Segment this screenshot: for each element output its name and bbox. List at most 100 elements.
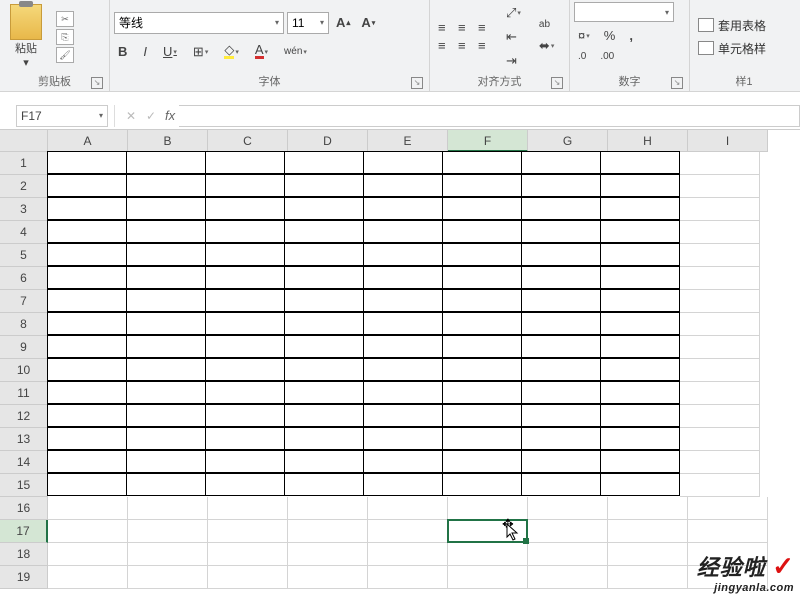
- column-header[interactable]: A: [48, 130, 128, 152]
- copy-button[interactable]: ⎘: [56, 29, 74, 45]
- cell[interactable]: [284, 358, 364, 381]
- accounting-format-button[interactable]: ¤▾: [574, 26, 594, 45]
- cell[interactable]: [363, 381, 443, 404]
- cell[interactable]: [126, 266, 206, 289]
- phonetic-button[interactable]: wén▾: [280, 44, 311, 59]
- cell[interactable]: [284, 243, 364, 266]
- cell[interactable]: [128, 543, 208, 566]
- cell[interactable]: [521, 151, 601, 174]
- cell[interactable]: [205, 358, 285, 381]
- cell[interactable]: [528, 520, 608, 543]
- cell[interactable]: [126, 381, 206, 404]
- indent-increase-button[interactable]: ⇥: [502, 51, 525, 71]
- cell[interactable]: [47, 427, 127, 450]
- cell[interactable]: [126, 450, 206, 473]
- cell[interactable]: [600, 266, 680, 289]
- row-header[interactable]: 11: [0, 382, 48, 405]
- align-middle-button[interactable]: ≡: [454, 20, 472, 36]
- row-header[interactable]: 3: [0, 198, 48, 221]
- cell[interactable]: [521, 473, 601, 496]
- cell[interactable]: [521, 243, 601, 266]
- cell[interactable]: [521, 404, 601, 427]
- cell[interactable]: [284, 335, 364, 358]
- cell[interactable]: [126, 243, 206, 266]
- cell[interactable]: [442, 427, 522, 450]
- cell[interactable]: [284, 266, 364, 289]
- cell[interactable]: [442, 473, 522, 496]
- cell[interactable]: [521, 335, 601, 358]
- cell[interactable]: [128, 497, 208, 520]
- row-header[interactable]: 15: [0, 474, 48, 497]
- cell[interactable]: [688, 497, 768, 520]
- cell[interactable]: [608, 497, 688, 520]
- wrap-text-button[interactable]: ab: [535, 17, 558, 32]
- cell[interactable]: [205, 427, 285, 450]
- cell[interactable]: [284, 381, 364, 404]
- cell[interactable]: [600, 404, 680, 427]
- cell-styles-button[interactable]: 单元格样: [698, 40, 766, 57]
- cell[interactable]: [600, 427, 680, 450]
- cell[interactable]: [205, 473, 285, 496]
- cell[interactable]: [47, 358, 127, 381]
- cell[interactable]: [600, 450, 680, 473]
- cell[interactable]: [47, 266, 127, 289]
- enter-button[interactable]: ✓: [141, 109, 161, 123]
- font-name-selector[interactable]: 等线 ▾: [114, 12, 284, 34]
- row-header[interactable]: 12: [0, 405, 48, 428]
- cell[interactable]: [680, 474, 760, 497]
- column-header[interactable]: G: [528, 130, 608, 152]
- cell[interactable]: [284, 404, 364, 427]
- percent-button[interactable]: %: [600, 26, 620, 45]
- cell[interactable]: [442, 243, 522, 266]
- cell[interactable]: [442, 381, 522, 404]
- column-header[interactable]: E: [368, 130, 448, 152]
- cell[interactable]: [368, 566, 448, 589]
- cell[interactable]: [284, 312, 364, 335]
- column-header[interactable]: I: [688, 130, 768, 152]
- cell-grid[interactable]: [48, 152, 768, 589]
- cell[interactable]: [600, 220, 680, 243]
- align-left-button[interactable]: ≡: [434, 38, 452, 54]
- cell[interactable]: [521, 450, 601, 473]
- row-header[interactable]: 8: [0, 313, 48, 336]
- cell[interactable]: [442, 312, 522, 335]
- row-header[interactable]: 4: [0, 221, 48, 244]
- cell[interactable]: [363, 243, 443, 266]
- cell[interactable]: [448, 520, 528, 543]
- cell[interactable]: [442, 220, 522, 243]
- font-color-button[interactable]: A▾: [251, 42, 272, 61]
- cell[interactable]: [126, 358, 206, 381]
- row-header[interactable]: 18: [0, 543, 48, 566]
- cell[interactable]: [680, 359, 760, 382]
- cell[interactable]: [442, 450, 522, 473]
- cell[interactable]: [442, 266, 522, 289]
- cell[interactable]: [680, 313, 760, 336]
- row-header[interactable]: 14: [0, 451, 48, 474]
- cell[interactable]: [47, 220, 127, 243]
- cell[interactable]: [600, 473, 680, 496]
- align-right-button[interactable]: ≡: [474, 38, 492, 54]
- cell[interactable]: [205, 450, 285, 473]
- cell[interactable]: [205, 266, 285, 289]
- cell[interactable]: [47, 404, 127, 427]
- fx-button[interactable]: fx: [165, 108, 175, 123]
- merge-button[interactable]: ⬌▾: [535, 36, 558, 56]
- border-button[interactable]: ⊞▾: [189, 42, 212, 62]
- row-header[interactable]: 5: [0, 244, 48, 267]
- row-header[interactable]: 1: [0, 152, 48, 175]
- font-dialog-launcher[interactable]: ↘: [411, 77, 423, 89]
- row-header[interactable]: 13: [0, 428, 48, 451]
- font-size-selector[interactable]: 11 ▾: [287, 12, 329, 34]
- cell[interactable]: [528, 497, 608, 520]
- cell[interactable]: [126, 289, 206, 312]
- cell[interactable]: [448, 497, 528, 520]
- increase-decimal-button[interactable]: .0: [574, 49, 590, 64]
- cell[interactable]: [288, 543, 368, 566]
- cell[interactable]: [126, 473, 206, 496]
- cell[interactable]: [442, 289, 522, 312]
- number-format-selector[interactable]: ▾: [574, 2, 674, 22]
- row-header[interactable]: 2: [0, 175, 48, 198]
- cell[interactable]: [205, 243, 285, 266]
- cell[interactable]: [205, 197, 285, 220]
- cell[interactable]: [600, 312, 680, 335]
